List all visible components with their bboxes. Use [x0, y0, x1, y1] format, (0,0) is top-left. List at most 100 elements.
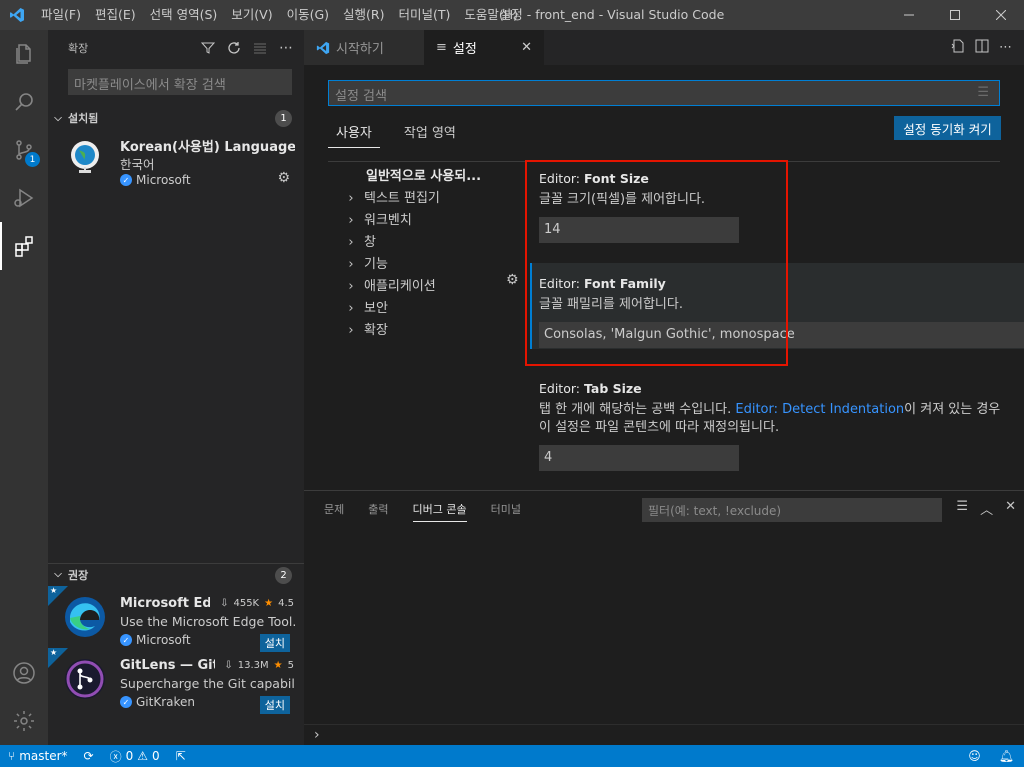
verified-icon: ✓ — [120, 696, 132, 708]
toc-item[interactable]: › 보안 — [344, 298, 494, 320]
tab-size-input[interactable]: 4 — [539, 445, 739, 471]
extension-name: Korean(사용법) Language ... — [120, 140, 295, 155]
extension-publisher: ✓ Microsoft — [120, 633, 191, 647]
live-share-icon[interactable]: ⇱ — [168, 749, 194, 763]
extension-search-input[interactable]: 마켓플레이스에서 확장 검색 — [68, 69, 292, 95]
bottom-panel: 문제 출력 디버그 콘솔 터미널 필터(예: text, !exclude) ☰… — [304, 490, 1024, 745]
settings-toc: 일반적으로 사용되... › 텍스트 편집기 › 워크벤치 › 창 › 기능 › 애플리케… — [344, 166, 494, 342]
recommended-count: 2 — [275, 567, 292, 584]
maximize-button[interactable] — [932, 0, 978, 30]
clear-console-icon[interactable]: ☰ — [956, 499, 968, 518]
tab-output[interactable]: 출력 — [368, 501, 388, 522]
tab-user[interactable]: 사용자 — [328, 122, 380, 148]
settings-search-placeholder: 설정 검색 — [335, 89, 387, 104]
install-button[interactable]: 설치 — [259, 696, 290, 714]
publisher-name: GitKraken — [136, 695, 196, 709]
toc-item[interactable]: › 확장 — [344, 320, 494, 342]
branch-status[interactable]: ⑂ master* — [0, 749, 76, 763]
notifications-bell-icon[interactable]: 🔔︎ — [999, 749, 1014, 763]
toc-commonly-used[interactable]: 일반적으로 사용되... — [344, 166, 494, 188]
tab-workspace[interactable]: 작업 영역 — [396, 122, 464, 148]
menu-edit[interactable]: 편집(E) — [88, 0, 143, 30]
close-button[interactable] — [978, 0, 1024, 30]
tab-debug-console[interactable]: 디버그 콘솔 — [412, 501, 467, 522]
sync-icon[interactable]: ⟳ — [76, 749, 102, 763]
more-actions-icon[interactable]: ⋯ — [276, 38, 296, 58]
extension-item-edge-tools[interactable]: ★ Microsoft Ed... ⇩ 455K ★ 4.5 Use the M… — [48, 586, 304, 654]
filter-list-icon[interactable]: ☰ — [977, 85, 989, 100]
clear-icon[interactable] — [250, 38, 270, 58]
toc-item[interactable]: › 텍스트 편집기 — [344, 188, 494, 210]
extension-item-gitlens[interactable]: ★ GitLens — Git... ⇩ 13.3M ★ 5 Superchar… — [48, 648, 304, 716]
extension-desc: 한국어 — [120, 157, 155, 172]
download-icon: ⇩ — [220, 598, 229, 609]
menu-terminal[interactable]: 터미널(T) — [392, 0, 458, 30]
extension-publisher: ✓ Microsoft — [120, 173, 191, 187]
open-json-icon[interactable] — [951, 39, 965, 57]
chevron-right-icon: › — [348, 279, 354, 294]
search-icon[interactable] — [0, 78, 48, 126]
edge-logo-icon — [64, 596, 106, 638]
menu-run[interactable]: 실행(R) — [336, 0, 391, 30]
account-icon[interactable] — [0, 649, 48, 697]
chevron-right-icon: › — [348, 213, 354, 228]
menu-view[interactable]: 보기(V) — [224, 0, 279, 30]
detect-indentation-link[interactable]: Editor: Detect Indentation — [735, 402, 904, 417]
settings-scope-tabs: 사용자 작업 영역 — [328, 122, 464, 148]
split-editor-icon[interactable] — [975, 39, 989, 57]
setting-title: Editor: Tab Size — [539, 381, 642, 396]
panel-filter-input[interactable]: 필터(예: text, !exclude) — [642, 498, 942, 522]
toc-item[interactable]: › 기능 — [344, 254, 494, 276]
extensions-icon[interactable] — [0, 222, 48, 270]
console-prompt-icon[interactable]: › — [314, 727, 320, 743]
maximize-panel-icon[interactable]: ︿ — [980, 499, 993, 518]
highlight-annotation-box — [525, 160, 788, 366]
settings-search-input[interactable]: 설정 검색 ☰ — [328, 80, 1000, 106]
close-panel-icon[interactable]: ✕ — [1005, 499, 1016, 518]
star-icon: ★ — [50, 586, 58, 595]
close-tab-icon[interactable]: ✕ — [521, 40, 532, 55]
menu-go[interactable]: 이동(G) — [280, 0, 336, 30]
toc-item[interactable]: › 애플리케이션 — [344, 276, 494, 298]
menu-help[interactable]: 도움말(H) — [457, 0, 525, 30]
sync-settings-button[interactable]: 설정 동기화 켜기 — [894, 116, 1001, 140]
chevron-down-icon: ⌵ — [54, 112, 62, 124]
chevron-right-icon: › — [348, 301, 354, 316]
tab-settings[interactable]: ≡ 설정 ✕ — [424, 30, 544, 65]
more-actions-icon[interactable]: ⋯ — [999, 40, 1012, 55]
extension-item-korean[interactable]: Korean(사용법) Language ... 한국어 ✓ Microsoft… — [48, 132, 304, 194]
installed-label: 설치됨 — [68, 112, 99, 125]
vscode-tab-icon — [316, 41, 330, 54]
installed-section-header[interactable]: ⌵ 설치됨 1 — [48, 107, 304, 129]
menu-bar: 파일(F) 편집(E) 선택 영역(S) 보기(V) 이동(G) 실행(R) 터… — [34, 0, 525, 30]
extension-gear-icon[interactable]: ⚙ — [277, 170, 290, 186]
minimize-button[interactable] — [886, 0, 932, 30]
refresh-icon[interactable] — [224, 38, 244, 58]
explorer-icon[interactable] — [0, 30, 48, 78]
recommended-section-header[interactable]: ⌵ 권장 2 — [48, 563, 304, 585]
menu-selection[interactable]: 선택 영역(S) — [143, 0, 225, 30]
menu-file[interactable]: 파일(F) — [34, 0, 88, 30]
divider — [304, 724, 1024, 725]
vscode-logo-icon — [0, 0, 34, 30]
tab-problems[interactable]: 문제 — [324, 501, 344, 522]
problems-status[interactable]: ⓧ 0 ⚠ 0 — [102, 748, 168, 765]
filter-icon[interactable] — [198, 38, 218, 58]
tab-getting-started[interactable]: 시작하기 — [304, 30, 424, 65]
sidebar-header: 확장 ⋯ — [48, 30, 304, 65]
tab-bar: 시작하기 ≡ 설정 ✕ ⋯ — [304, 30, 1024, 65]
source-control-icon[interactable]: 1 — [0, 126, 48, 174]
toc-item[interactable]: › 창 — [344, 232, 494, 254]
activity-bar: 1 — [0, 30, 48, 745]
error-icon: ⓧ — [109, 749, 122, 764]
run-debug-icon[interactable] — [0, 174, 48, 222]
feedback-icon[interactable]: ☺ — [968, 749, 981, 763]
tab-terminal[interactable]: 터미널 — [491, 501, 521, 522]
install-button[interactable]: 설치 — [259, 634, 290, 652]
setting-gear-icon[interactable]: ⚙ — [506, 272, 519, 288]
scm-badge: 1 — [25, 152, 40, 167]
warning-count: 0 — [152, 749, 160, 763]
manage-gear-icon[interactable] — [0, 697, 48, 745]
publisher-name: Microsoft — [136, 173, 191, 187]
toc-item[interactable]: › 워크벤치 — [344, 210, 494, 232]
